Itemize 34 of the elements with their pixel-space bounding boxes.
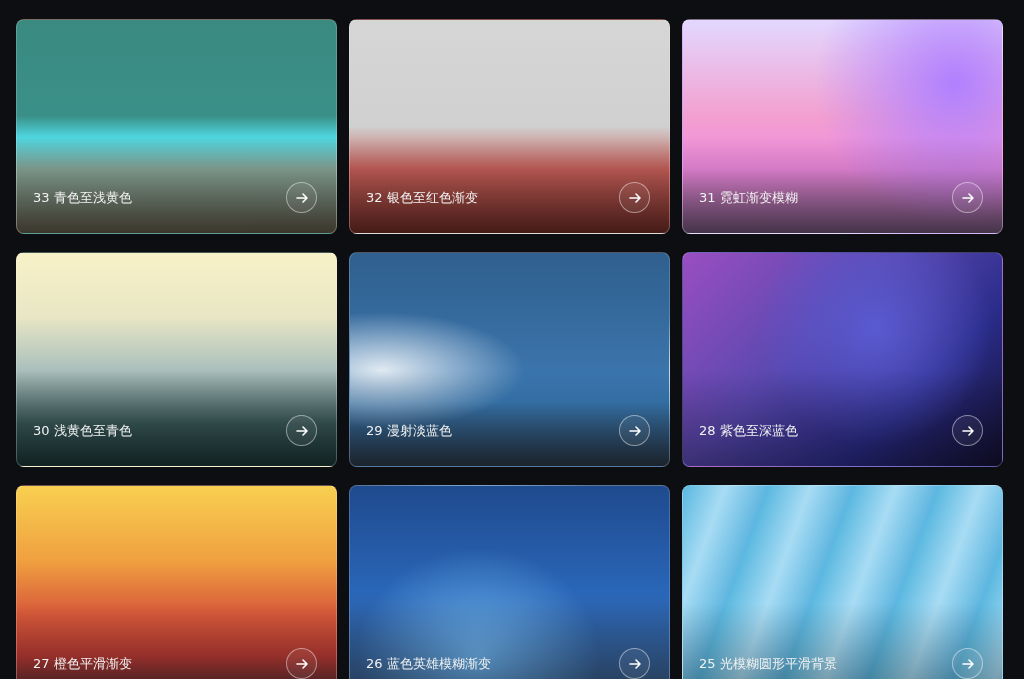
card-title: 27 橙色平滑渐变	[33, 654, 132, 673]
arrow-right-icon	[960, 656, 975, 671]
card-title: 30 浅黄色至青色	[33, 421, 132, 440]
arrow-right-icon	[294, 423, 309, 438]
card-title: 29 漫射淡蓝色	[366, 421, 452, 440]
open-button[interactable]	[952, 415, 983, 446]
gradient-card[interactable]: 30 浅黄色至青色	[16, 252, 337, 467]
arrow-right-icon	[627, 656, 642, 671]
card-title: 33 青色至浅黄色	[33, 188, 132, 207]
arrow-right-icon	[960, 190, 975, 205]
gradient-card[interactable]: 28 紫色至深蓝色	[682, 252, 1003, 467]
open-button[interactable]	[286, 182, 317, 213]
card-title: 32 银色至红色渐变	[366, 188, 478, 207]
arrow-right-icon	[294, 656, 309, 671]
arrow-right-icon	[627, 190, 642, 205]
arrow-right-icon	[294, 190, 309, 205]
gradient-card[interactable]: 26 蓝色英雄模糊渐变	[349, 485, 670, 679]
open-button[interactable]	[286, 648, 317, 679]
open-button[interactable]	[286, 415, 317, 446]
gradient-card[interactable]: 31 霓虹渐变模糊	[682, 19, 1003, 234]
open-button[interactable]	[952, 182, 983, 213]
card-title: 31 霓虹渐变模糊	[699, 188, 798, 207]
card-title: 28 紫色至深蓝色	[699, 421, 798, 440]
gradient-card[interactable]: 29 漫射淡蓝色	[349, 252, 670, 467]
gradient-card[interactable]: 33 青色至浅黄色	[16, 19, 337, 234]
card-title: 25 光模糊圆形平滑背景	[699, 654, 837, 673]
arrow-right-icon	[960, 423, 975, 438]
open-button[interactable]	[619, 648, 650, 679]
arrow-right-icon	[627, 423, 642, 438]
gradient-card[interactable]: 32 银色至红色渐变	[349, 19, 670, 234]
open-button[interactable]	[619, 182, 650, 213]
open-button[interactable]	[619, 415, 650, 446]
card-title: 26 蓝色英雄模糊渐变	[366, 654, 491, 673]
gradient-card[interactable]: 27 橙色平滑渐变	[16, 485, 337, 679]
